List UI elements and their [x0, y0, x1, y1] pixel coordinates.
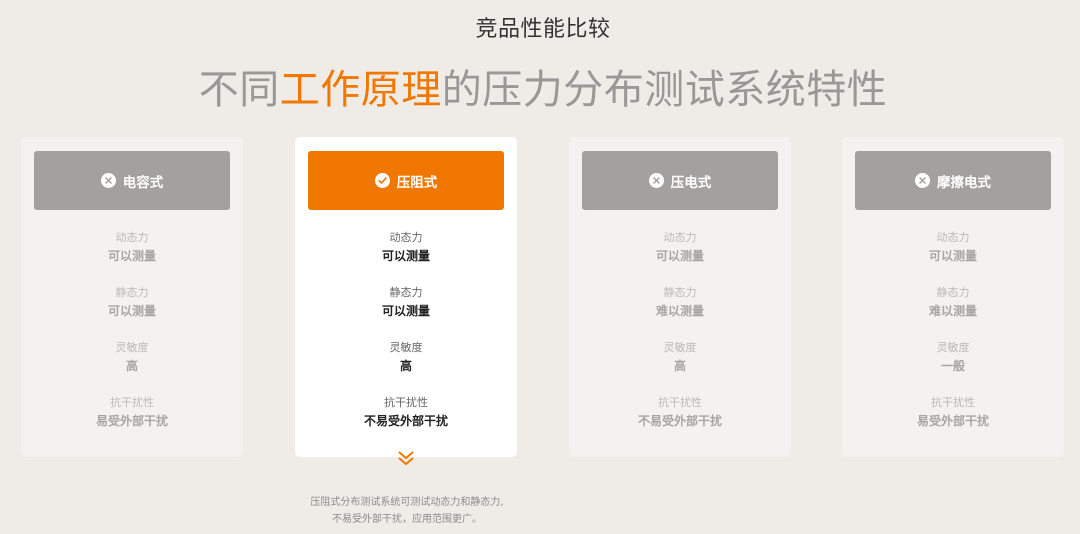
metric-sensitivity: 灵敏度 一般 — [842, 341, 1064, 375]
note-line: 不易受外部干扰，应用范围更广。 — [332, 514, 482, 525]
metric-value: 易受外部干扰 — [95, 414, 168, 428]
metric-label: 抗干扰性 — [110, 396, 154, 409]
x-circle-icon — [100, 173, 116, 188]
metric-label: 动态力 — [936, 231, 970, 244]
metric-static-force: 静态力 难以测量 — [842, 286, 1064, 320]
metric-sensitivity: 灵敏度 高 — [21, 341, 243, 375]
metric-label: 静态力 — [663, 286, 697, 299]
metric-value: 易受外部干扰 — [916, 414, 989, 428]
metric-interference-resistance: 抗干扰性 不易受外部干扰 — [569, 396, 791, 430]
metric-label: 抗干扰性 — [384, 396, 428, 409]
metric-value: 可以测量 — [655, 249, 704, 263]
metric-value: 可以测量 — [381, 249, 430, 263]
card-piezoresistive-header[interactable]: 压阻式 — [308, 151, 504, 210]
card-piezoelectric: 压电式 动态力 可以测量 静态力 难以测量 灵敏度 高 抗干扰性 不易受外部干扰 — [569, 137, 791, 457]
metric-dynamic-force: 动态力 可以测量 — [295, 231, 517, 265]
metric-value: 可以测量 — [928, 249, 977, 263]
metric-label: 动态力 — [115, 231, 149, 244]
metric-label: 动态力 — [663, 231, 697, 244]
metric-value: 高 — [673, 359, 686, 373]
card-capacitive: 电容式 动态力 可以测量 静态力 可以测量 灵敏度 高 抗干扰性 易受外部干扰 — [21, 137, 243, 457]
metric-label: 静态力 — [389, 286, 423, 299]
card-title: 摩擦电式 — [937, 174, 991, 191]
metric-label: 静态力 — [936, 286, 970, 299]
metric-label: 灵敏度 — [115, 341, 149, 354]
metric-value: 难以测量 — [655, 304, 704, 318]
double-chevron-down-icon[interactable] — [397, 451, 415, 467]
metric-interference-resistance: 抗干扰性 不易受外部干扰 — [295, 396, 517, 430]
metric-label: 抗干扰性 — [931, 396, 975, 409]
metric-static-force: 静态力 可以测量 — [21, 286, 243, 320]
metric-label: 动态力 — [389, 231, 423, 244]
headline-accent: 工作原理 — [279, 67, 442, 113]
metric-interference-resistance: 抗干扰性 易受外部干扰 — [21, 396, 243, 430]
card-title: 压阻式 — [396, 174, 438, 191]
metric-value: 不易受外部干扰 — [363, 414, 448, 428]
card-title: 电容式 — [122, 174, 164, 191]
selected-card-note: 压阻式分布测试系统可测试动态力和静态力, 不易受外部干扰，应用范围更广。 — [292, 494, 522, 528]
metric-dynamic-force: 动态力 可以测量 — [21, 231, 243, 265]
card-piezoresistive: 压阻式 动态力 可以测量 静态力 可以测量 灵敏度 高 抗干扰性 不易受外部干扰 — [295, 137, 517, 457]
metric-value: 一般 — [940, 359, 965, 373]
metric-label: 静态力 — [115, 286, 149, 299]
metric-label: 灵敏度 — [663, 341, 697, 354]
headline-prefix: 不同 — [198, 67, 280, 113]
metric-value: 可以测量 — [381, 304, 430, 318]
metric-label: 灵敏度 — [389, 341, 423, 354]
metric-dynamic-force: 动态力 可以测量 — [842, 231, 1064, 265]
metric-value: 高 — [125, 359, 138, 373]
note-line: 压阻式分布测试系统可测试动态力和静态力, — [310, 497, 504, 508]
metric-dynamic-force: 动态力 可以测量 — [569, 231, 791, 265]
metric-value: 难以测量 — [928, 304, 977, 318]
metric-static-force: 静态力 难以测量 — [569, 286, 791, 320]
metric-value: 可以测量 — [107, 249, 156, 263]
page-headline: 不同工作原理的压力分布测试系统特性 — [0, 64, 1080, 116]
metric-static-force: 静态力 可以测量 — [295, 286, 517, 320]
metric-value: 高 — [399, 359, 412, 373]
card-piezoelectric-header[interactable]: 压电式 — [582, 151, 778, 210]
headline-suffix: 的压力分布测试系统特性 — [441, 67, 888, 113]
card-capacitive-header[interactable]: 电容式 — [34, 151, 230, 210]
metric-label: 灵敏度 — [936, 341, 970, 354]
card-triboelectric-header[interactable]: 摩擦电式 — [855, 151, 1051, 210]
card-title: 压电式 — [670, 174, 712, 191]
page-kicker: 竞品性能比较 — [475, 17, 611, 42]
card-triboelectric: 摩擦电式 动态力 可以测量 静态力 难以测量 灵敏度 一般 抗干扰性 易受外部干… — [842, 137, 1064, 457]
x-circle-icon — [648, 173, 664, 188]
metric-interference-resistance: 抗干扰性 易受外部干扰 — [842, 396, 1064, 430]
check-circle-icon — [374, 173, 390, 188]
metric-value: 不易受外部干扰 — [637, 414, 722, 428]
metric-sensitivity: 灵敏度 高 — [569, 341, 791, 375]
x-circle-icon — [915, 173, 930, 188]
metric-sensitivity: 灵敏度 高 — [295, 341, 517, 375]
metric-value: 可以测量 — [107, 304, 156, 318]
metric-label: 抗干扰性 — [658, 396, 702, 409]
